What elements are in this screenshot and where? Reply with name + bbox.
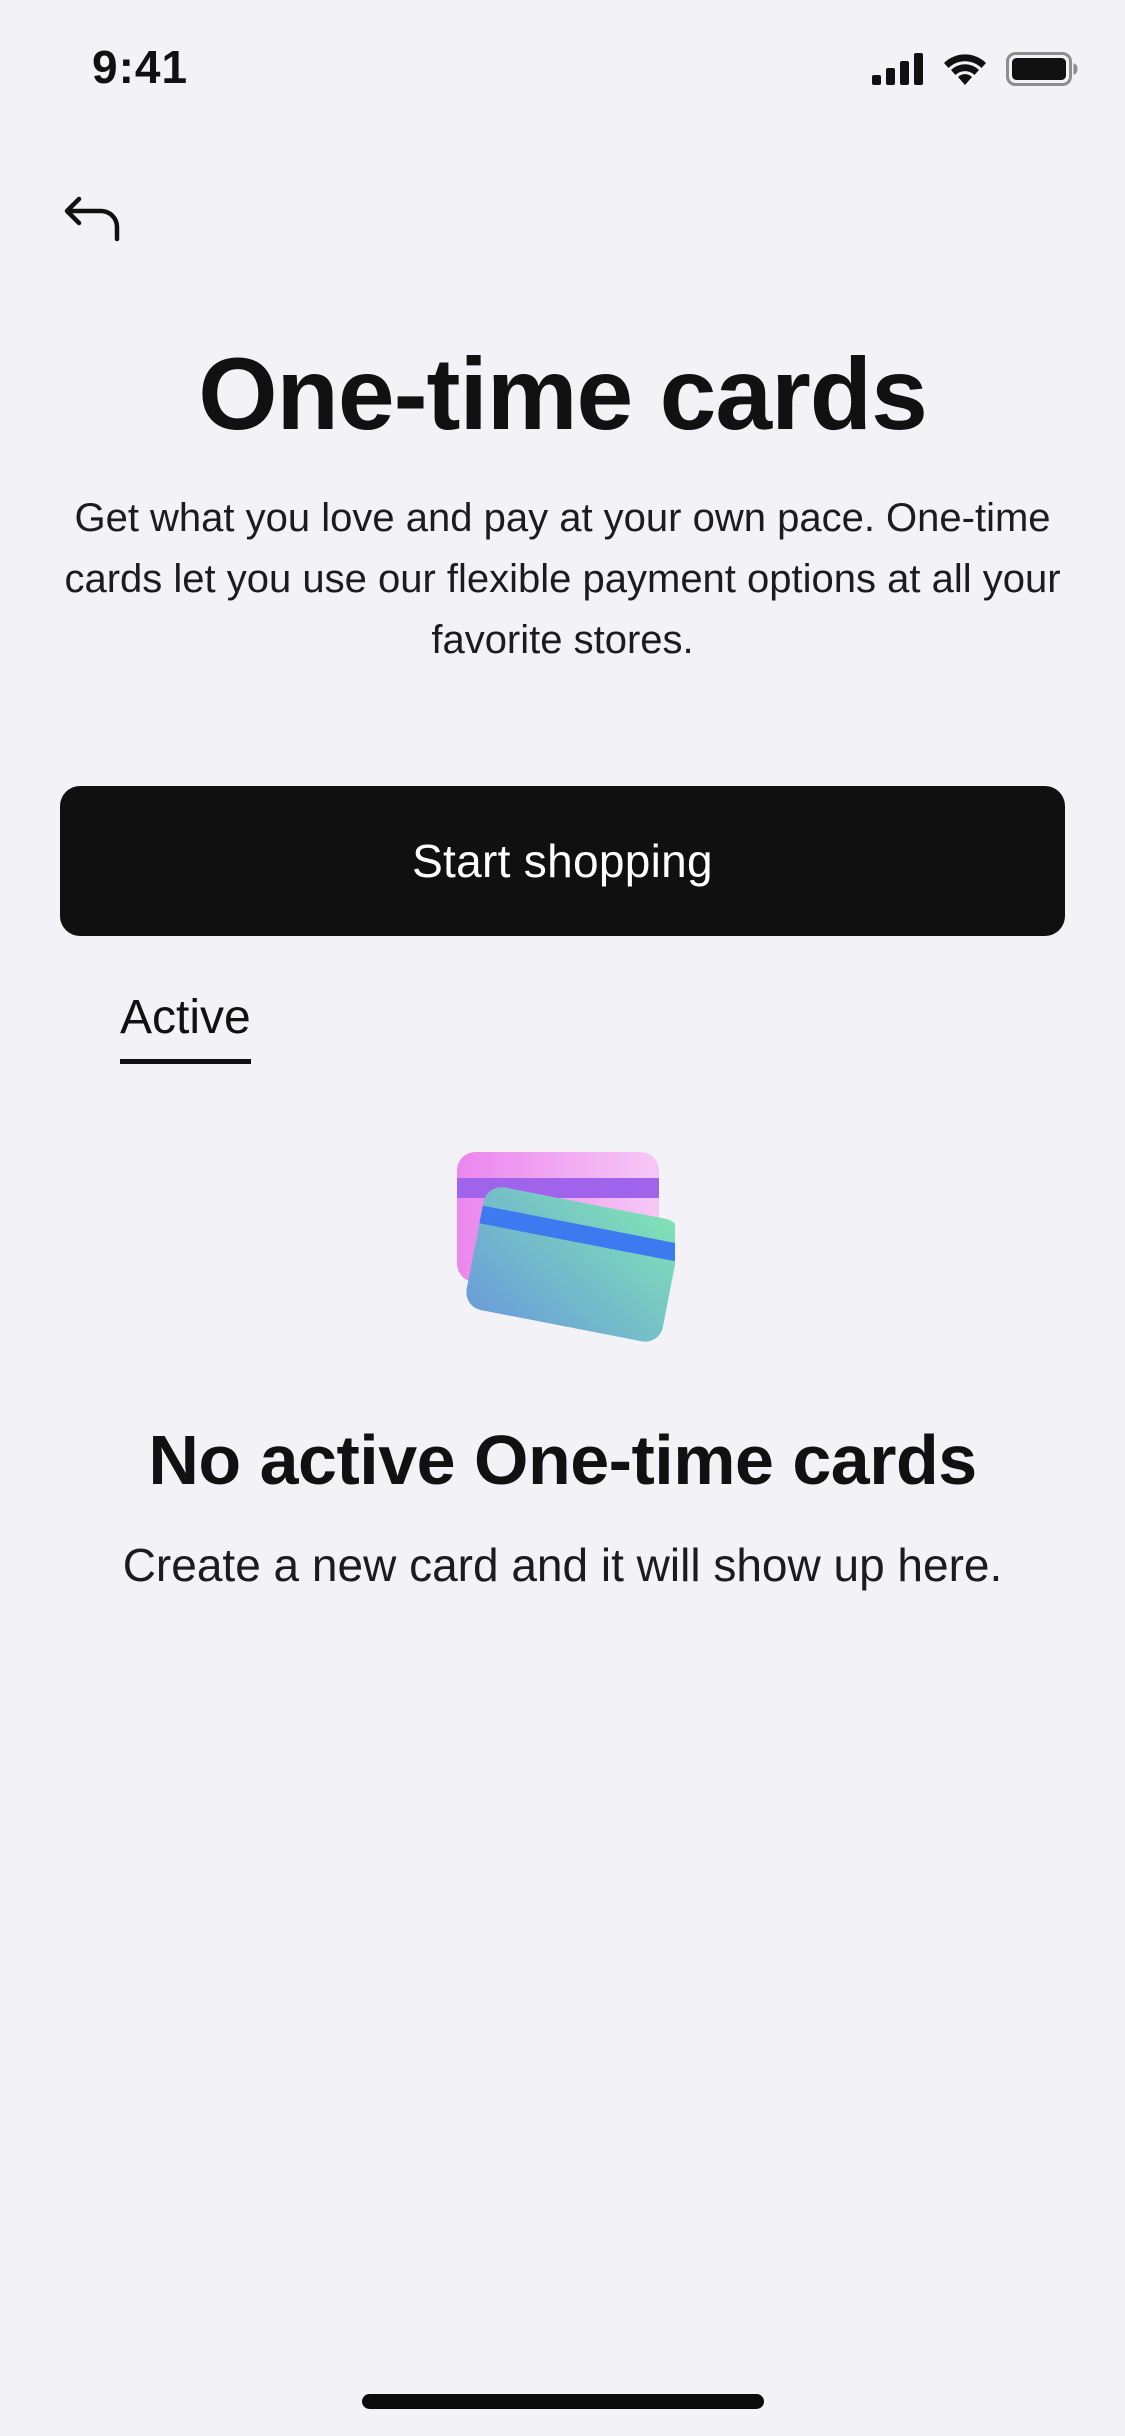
tab-active[interactable]: Active — [120, 990, 251, 1064]
home-indicator — [362, 2394, 764, 2409]
wifi-icon — [942, 52, 988, 86]
empty-state-subtitle: Create a new card and it will show up he… — [122, 1539, 1003, 1591]
status-icons — [872, 50, 1078, 88]
empty-state-title: No active One-time cards — [148, 1421, 977, 1499]
page-title: One-time cards — [198, 337, 928, 451]
back-button[interactable] — [52, 180, 132, 260]
cards-illustration — [455, 1150, 681, 1355]
status-time: 9:41 — [92, 41, 189, 93]
status-bar: 9:41 — [0, 0, 1125, 140]
cellular-signal-icon — [872, 53, 924, 85]
tab-bar: Active — [120, 990, 251, 1064]
back-arrow-icon — [61, 193, 123, 248]
page-description: Get what you love and pay at your own pa… — [64, 496, 1061, 662]
battery-icon — [1006, 52, 1078, 86]
start-shopping-button[interactable]: Start shopping — [60, 786, 1065, 936]
